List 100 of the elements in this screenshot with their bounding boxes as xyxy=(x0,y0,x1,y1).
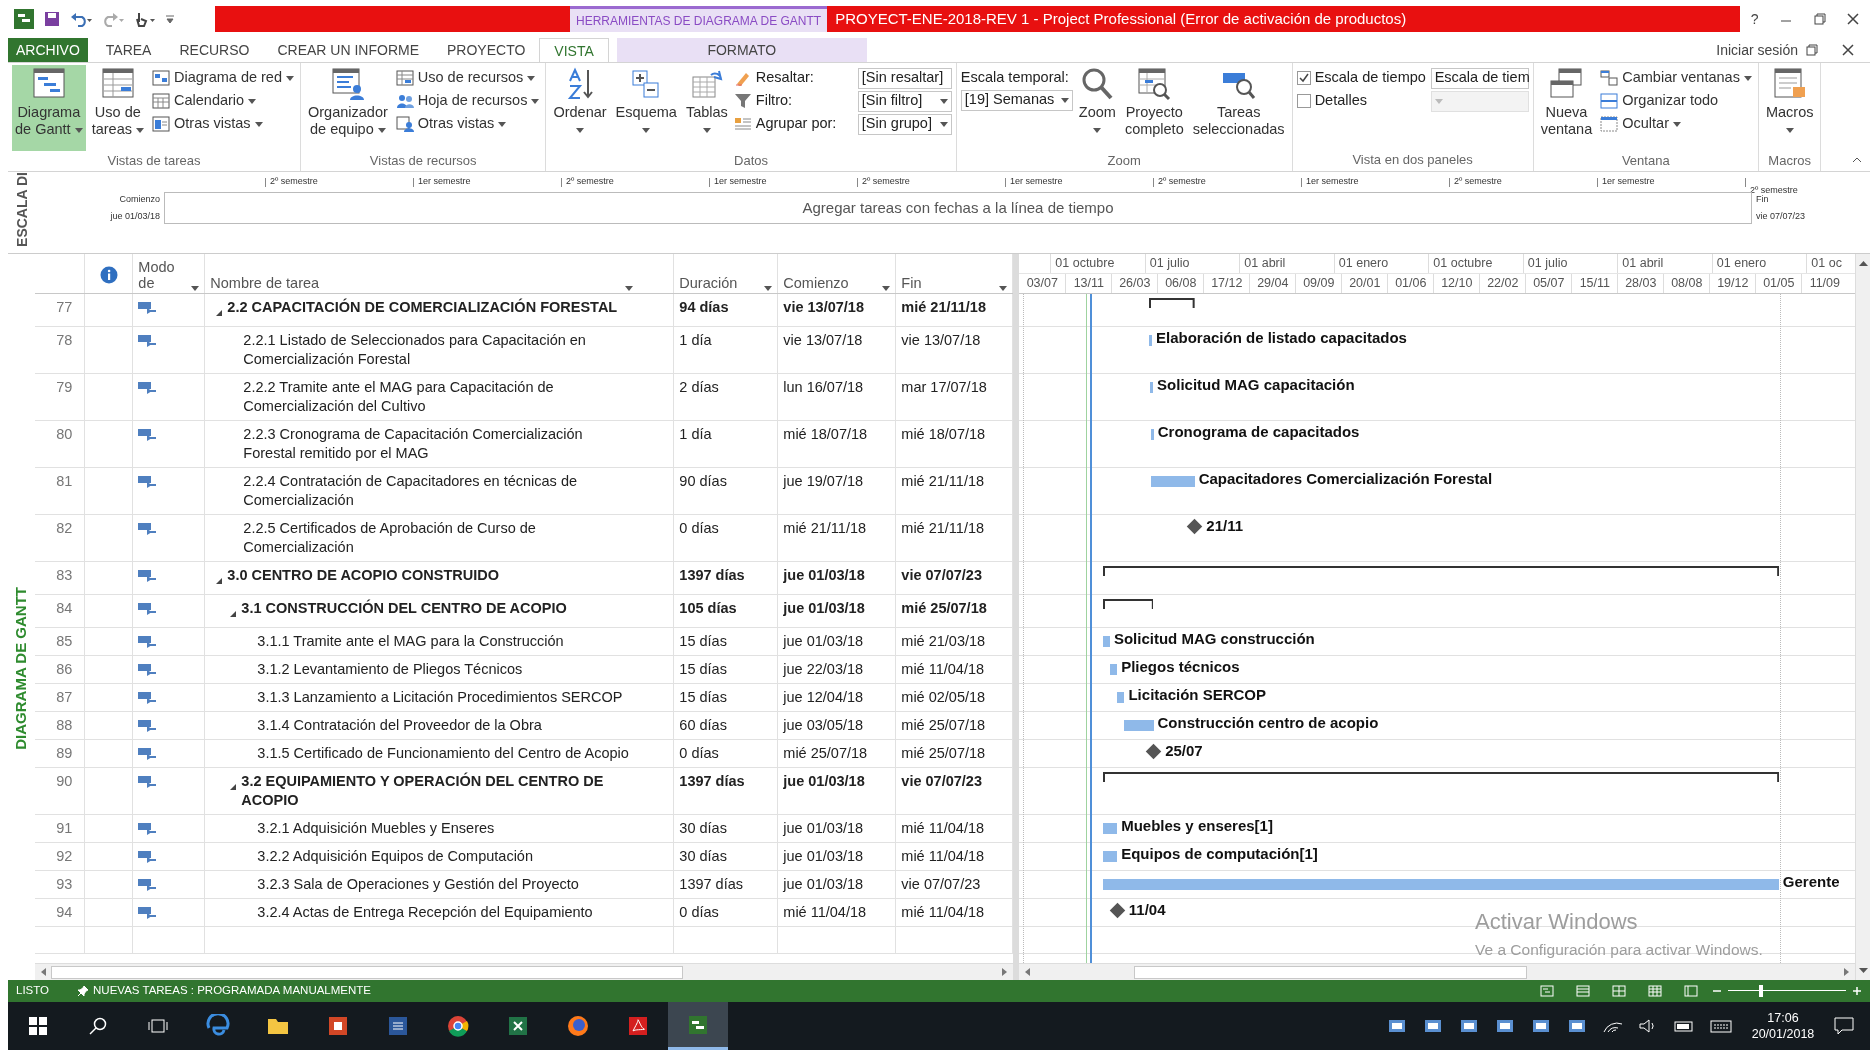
tray-icon[interactable] xyxy=(1386,1018,1408,1034)
column-header[interactable]: Duración xyxy=(674,254,779,293)
ribbon-button[interactable]: Tareas seleccionadas xyxy=(1189,65,1288,151)
battery-icon[interactable] xyxy=(1674,1018,1696,1034)
scrollbar-thumb[interactable] xyxy=(51,965,684,979)
duration-cell: 1397 días xyxy=(679,876,743,892)
timescale-label: 19/12 xyxy=(1709,274,1756,293)
scroll-down-icon[interactable] xyxy=(1859,968,1868,974)
ribbon-tab[interactable]: VISTA xyxy=(539,38,609,62)
scroll-right-icon[interactable] xyxy=(1843,967,1851,977)
help-button[interactable]: ? xyxy=(1750,8,1759,30)
zoom-in-icon[interactable] xyxy=(1852,986,1862,996)
column-header[interactable]: Modo de xyxy=(133,254,206,293)
ribbon-tab[interactable]: RECURSO xyxy=(165,38,264,62)
save-icon[interactable] xyxy=(44,11,60,27)
caret-icon xyxy=(999,286,1008,291)
task-name: 3.1 CONSTRUCCIÓN DEL CENTRO DE ACOPIO xyxy=(241,599,567,618)
ribbon-button[interactable]: Otras vistas xyxy=(393,113,542,135)
manual-task-icon xyxy=(138,905,157,919)
close-icon[interactable] xyxy=(1847,13,1860,25)
tray-icon[interactable] xyxy=(1566,1018,1588,1034)
keyboard-icon[interactable] xyxy=(1710,1018,1732,1034)
ribbon-button[interactable]: Organizar todo xyxy=(1598,90,1754,112)
ribbon-button[interactable]: Tablas xyxy=(682,65,731,151)
customize-icon[interactable] xyxy=(166,14,174,24)
collapse-ribbon-icon[interactable] xyxy=(1852,157,1862,163)
printer-icon[interactable] xyxy=(1422,1018,1444,1034)
scroll-up-icon[interactable] xyxy=(1859,260,1868,266)
ribbon-button[interactable]: Hoja de recursos xyxy=(393,90,542,112)
scrollbar-thumb[interactable] xyxy=(1134,965,1528,979)
touch-icon[interactable] xyxy=(134,11,156,27)
finish-date-cell: mié 25/07/18 xyxy=(901,745,986,761)
group-label: Vistas de recursos xyxy=(368,152,478,170)
checkbox[interactable] xyxy=(1296,71,1311,85)
report-icon[interactable] xyxy=(1684,985,1698,997)
ribbon-button[interactable]: Otras vistas xyxy=(150,113,296,135)
tray-icon[interactable] xyxy=(1494,1018,1516,1034)
timeline-bar[interactable]: Agregar tareas con fechas a la línea de tiempo xyxy=(164,192,1752,224)
ribbon-button[interactable]: Uso de tareas xyxy=(88,65,147,151)
row-number: 93 xyxy=(56,876,73,892)
arrange-icon xyxy=(1600,93,1619,109)
dropdown-field[interactable]: [Sin filtro] xyxy=(857,90,952,112)
timeline-tick: 1er semestre xyxy=(1601,175,1655,188)
timescale-label: 06/08 xyxy=(1157,274,1204,293)
dropdown-field[interactable]: Escala de tiem xyxy=(1430,67,1529,89)
manual-task-icon xyxy=(138,690,157,704)
ribbon-tab[interactable]: CREAR UN INFORME xyxy=(263,38,433,62)
ribbon-tab[interactable]: TAREA xyxy=(91,38,166,62)
network-icon[interactable] xyxy=(1458,1018,1480,1034)
bar-label: Pliegos técnicos xyxy=(1121,657,1240,677)
column-header[interactable]: Nombre de tarea xyxy=(205,254,675,293)
field-label: Resaltar: xyxy=(755,68,815,88)
close-icon[interactable] xyxy=(1842,44,1854,56)
task-view-icon[interactable] xyxy=(148,1018,168,1034)
restore-icon[interactable] xyxy=(1813,13,1826,25)
resource-sheet-icon[interactable] xyxy=(1648,985,1662,997)
clock-time[interactable]: 17:06 xyxy=(1748,1010,1818,1026)
restore-icon[interactable] xyxy=(1806,44,1818,56)
dropdown-field[interactable]: [19] Semanas xyxy=(960,89,1073,111)
column-header[interactable]: Fin xyxy=(896,254,1014,293)
start-date-cell: jue 01/03/18 xyxy=(783,633,864,649)
windows-logo-icon[interactable] xyxy=(29,1017,47,1035)
dropdown-field[interactable]: [Sin grupo] xyxy=(857,113,952,135)
checkbox-label: Detalles xyxy=(1314,91,1368,111)
ribbon-button[interactable]: Cambiar ventanas xyxy=(1598,67,1754,89)
zoom-slider-thumb[interactable] xyxy=(1758,985,1763,997)
new-tasks-mode[interactable]: NUEVAS TAREAS : PROGRAMADA MANUALMENTE xyxy=(77,982,371,1000)
team-planner-icon[interactable] xyxy=(1612,985,1626,997)
finish-date-cell: mié 18/07/18 xyxy=(901,426,986,442)
ribbon-button[interactable]: Proyecto completo xyxy=(1121,65,1187,151)
gantt-view-icon[interactable] xyxy=(1540,985,1554,997)
timescale-label: 01 enero xyxy=(1711,254,1807,273)
ribbon-button[interactable]: Organizador de equipo xyxy=(305,65,391,151)
ribbon-tab[interactable]: PROYECTO xyxy=(433,38,540,62)
ribbon-button[interactable]: Uso de recursos xyxy=(393,67,542,89)
ribbon-button[interactable]: Ordenar xyxy=(550,65,610,151)
column-header[interactable]: Comienzo xyxy=(778,254,897,293)
task-name: 2.2.2 Tramite ante el MAG para Capacitación de Comercialización del Cultivo xyxy=(243,379,554,414)
ribbon-button[interactable]: Diagrama de Gantt xyxy=(12,65,86,151)
task-name: 3.2.3 Sala de Operaciones y Gestión del Proyecto xyxy=(257,876,579,892)
notification-icon[interactable] xyxy=(1834,1017,1854,1035)
monitor-icon[interactable] xyxy=(1530,1018,1552,1034)
ribbon-button[interactable]: Calendario xyxy=(150,90,296,112)
ribbon-button[interactable]: Diagrama de red xyxy=(150,67,296,89)
ribbon-button[interactable]: Zoom xyxy=(1075,65,1119,151)
sign-in-link[interactable]: Iniciar sesión xyxy=(1716,38,1798,62)
ribbon-button[interactable]: Ocultar xyxy=(1598,113,1754,135)
scroll-left-icon[interactable] xyxy=(39,967,48,977)
app-icon[interactable] xyxy=(14,9,34,29)
start-date-cell: jue 01/03/18 xyxy=(783,600,865,616)
ribbon-button[interactable]: Esquema xyxy=(612,65,680,151)
task-usage-icon[interactable] xyxy=(1576,985,1590,997)
ribbon-tab[interactable]: ARCHIVO xyxy=(8,38,88,62)
undo-icon[interactable] xyxy=(70,11,92,27)
search-icon[interactable] xyxy=(89,1017,107,1035)
ribbon-button[interactable]: Nueva ventana xyxy=(1537,65,1596,151)
ribbon-button[interactable]: Macros xyxy=(1762,65,1817,151)
clock-date[interactable]: 20/01/2018 xyxy=(1748,1026,1818,1042)
dropdown-field[interactable]: [Sin resaltar] xyxy=(857,67,952,89)
scroll-left-icon[interactable] xyxy=(1023,967,1032,977)
